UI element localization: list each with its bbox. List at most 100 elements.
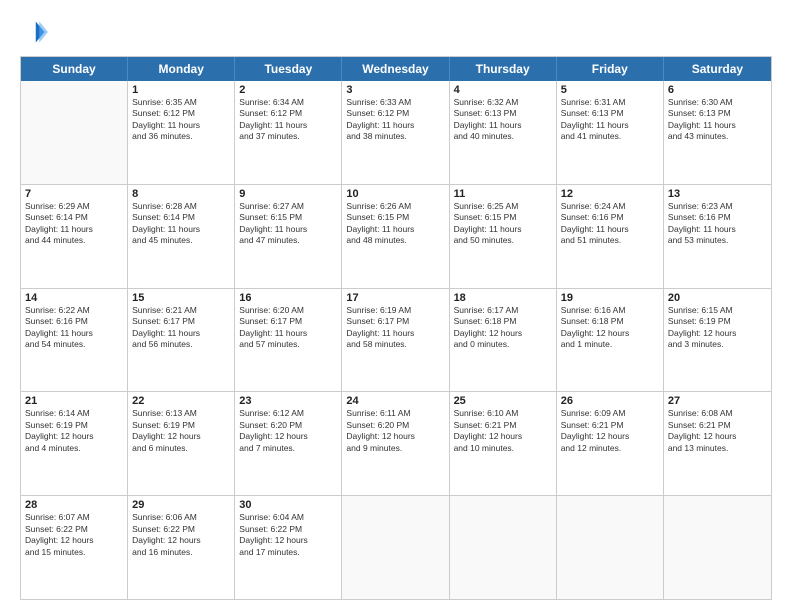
day-cell-15: 15Sunrise: 6:21 AM Sunset: 6:17 PM Dayli… [128,289,235,392]
day-number: 17 [346,292,444,304]
calendar: SundayMondayTuesdayWednesdayThursdayFrid… [20,56,772,600]
day-info: Sunrise: 6:04 AM Sunset: 6:22 PM Dayligh… [239,512,337,558]
day-number: 7 [25,188,123,200]
day-cell-10: 10Sunrise: 6:26 AM Sunset: 6:15 PM Dayli… [342,185,449,288]
day-info: Sunrise: 6:34 AM Sunset: 6:12 PM Dayligh… [239,97,337,143]
empty-cell [664,496,771,599]
day-cell-29: 29Sunrise: 6:06 AM Sunset: 6:22 PM Dayli… [128,496,235,599]
weekday-header-wednesday: Wednesday [342,57,449,81]
day-number: 13 [668,188,767,200]
calendar-row-3: 21Sunrise: 6:14 AM Sunset: 6:19 PM Dayli… [21,391,771,495]
empty-cell [450,496,557,599]
day-info: Sunrise: 6:24 AM Sunset: 6:16 PM Dayligh… [561,201,659,247]
empty-cell [342,496,449,599]
day-info: Sunrise: 6:11 AM Sunset: 6:20 PM Dayligh… [346,408,444,454]
weekday-header-thursday: Thursday [450,57,557,81]
day-number: 11 [454,188,552,200]
day-info: Sunrise: 6:28 AM Sunset: 6:14 PM Dayligh… [132,201,230,247]
day-cell-24: 24Sunrise: 6:11 AM Sunset: 6:20 PM Dayli… [342,392,449,495]
weekday-header-monday: Monday [128,57,235,81]
day-number: 3 [346,84,444,96]
day-cell-9: 9Sunrise: 6:27 AM Sunset: 6:15 PM Daylig… [235,185,342,288]
day-info: Sunrise: 6:32 AM Sunset: 6:13 PM Dayligh… [454,97,552,143]
day-cell-4: 4Sunrise: 6:32 AM Sunset: 6:13 PM Daylig… [450,81,557,184]
page: SundayMondayTuesdayWednesdayThursdayFrid… [0,0,792,612]
day-cell-19: 19Sunrise: 6:16 AM Sunset: 6:18 PM Dayli… [557,289,664,392]
empty-cell [557,496,664,599]
day-info: Sunrise: 6:31 AM Sunset: 6:13 PM Dayligh… [561,97,659,143]
day-info: Sunrise: 6:29 AM Sunset: 6:14 PM Dayligh… [25,201,123,247]
day-number: 24 [346,395,444,407]
day-number: 30 [239,499,337,511]
calendar-header: SundayMondayTuesdayWednesdayThursdayFrid… [21,57,771,81]
day-number: 9 [239,188,337,200]
day-cell-18: 18Sunrise: 6:17 AM Sunset: 6:18 PM Dayli… [450,289,557,392]
day-info: Sunrise: 6:25 AM Sunset: 6:15 PM Dayligh… [454,201,552,247]
day-cell-28: 28Sunrise: 6:07 AM Sunset: 6:22 PM Dayli… [21,496,128,599]
day-number: 6 [668,84,767,96]
weekday-header-saturday: Saturday [664,57,771,81]
day-info: Sunrise: 6:09 AM Sunset: 6:21 PM Dayligh… [561,408,659,454]
day-number: 1 [132,84,230,96]
day-cell-27: 27Sunrise: 6:08 AM Sunset: 6:21 PM Dayli… [664,392,771,495]
day-number: 16 [239,292,337,304]
day-cell-30: 30Sunrise: 6:04 AM Sunset: 6:22 PM Dayli… [235,496,342,599]
day-cell-17: 17Sunrise: 6:19 AM Sunset: 6:17 PM Dayli… [342,289,449,392]
day-cell-3: 3Sunrise: 6:33 AM Sunset: 6:12 PM Daylig… [342,81,449,184]
day-cell-11: 11Sunrise: 6:25 AM Sunset: 6:15 PM Dayli… [450,185,557,288]
day-info: Sunrise: 6:15 AM Sunset: 6:19 PM Dayligh… [668,305,767,351]
day-number: 29 [132,499,230,511]
empty-cell [21,81,128,184]
calendar-row-1: 7Sunrise: 6:29 AM Sunset: 6:14 PM Daylig… [21,184,771,288]
day-cell-8: 8Sunrise: 6:28 AM Sunset: 6:14 PM Daylig… [128,185,235,288]
day-info: Sunrise: 6:33 AM Sunset: 6:12 PM Dayligh… [346,97,444,143]
day-number: 27 [668,395,767,407]
day-info: Sunrise: 6:21 AM Sunset: 6:17 PM Dayligh… [132,305,230,351]
day-number: 14 [25,292,123,304]
day-cell-2: 2Sunrise: 6:34 AM Sunset: 6:12 PM Daylig… [235,81,342,184]
day-cell-23: 23Sunrise: 6:12 AM Sunset: 6:20 PM Dayli… [235,392,342,495]
day-number: 18 [454,292,552,304]
day-number: 22 [132,395,230,407]
day-cell-7: 7Sunrise: 6:29 AM Sunset: 6:14 PM Daylig… [21,185,128,288]
day-number: 15 [132,292,230,304]
day-cell-20: 20Sunrise: 6:15 AM Sunset: 6:19 PM Dayli… [664,289,771,392]
day-number: 21 [25,395,123,407]
calendar-row-4: 28Sunrise: 6:07 AM Sunset: 6:22 PM Dayli… [21,495,771,599]
day-info: Sunrise: 6:22 AM Sunset: 6:16 PM Dayligh… [25,305,123,351]
day-cell-13: 13Sunrise: 6:23 AM Sunset: 6:16 PM Dayli… [664,185,771,288]
day-info: Sunrise: 6:12 AM Sunset: 6:20 PM Dayligh… [239,408,337,454]
day-cell-26: 26Sunrise: 6:09 AM Sunset: 6:21 PM Dayli… [557,392,664,495]
day-cell-21: 21Sunrise: 6:14 AM Sunset: 6:19 PM Dayli… [21,392,128,495]
day-info: Sunrise: 6:35 AM Sunset: 6:12 PM Dayligh… [132,97,230,143]
day-cell-1: 1Sunrise: 6:35 AM Sunset: 6:12 PM Daylig… [128,81,235,184]
day-cell-25: 25Sunrise: 6:10 AM Sunset: 6:21 PM Dayli… [450,392,557,495]
day-cell-14: 14Sunrise: 6:22 AM Sunset: 6:16 PM Dayli… [21,289,128,392]
day-number: 28 [25,499,123,511]
calendar-body: 1Sunrise: 6:35 AM Sunset: 6:12 PM Daylig… [21,81,771,599]
day-cell-12: 12Sunrise: 6:24 AM Sunset: 6:16 PM Dayli… [557,185,664,288]
day-info: Sunrise: 6:14 AM Sunset: 6:19 PM Dayligh… [25,408,123,454]
day-number: 2 [239,84,337,96]
day-info: Sunrise: 6:16 AM Sunset: 6:18 PM Dayligh… [561,305,659,351]
calendar-row-2: 14Sunrise: 6:22 AM Sunset: 6:16 PM Dayli… [21,288,771,392]
day-number: 4 [454,84,552,96]
day-info: Sunrise: 6:19 AM Sunset: 6:17 PM Dayligh… [346,305,444,351]
day-number: 5 [561,84,659,96]
day-info: Sunrise: 6:17 AM Sunset: 6:18 PM Dayligh… [454,305,552,351]
day-number: 26 [561,395,659,407]
day-info: Sunrise: 6:20 AM Sunset: 6:17 PM Dayligh… [239,305,337,351]
weekday-header-tuesday: Tuesday [235,57,342,81]
day-number: 12 [561,188,659,200]
day-info: Sunrise: 6:07 AM Sunset: 6:22 PM Dayligh… [25,512,123,558]
day-info: Sunrise: 6:13 AM Sunset: 6:19 PM Dayligh… [132,408,230,454]
day-number: 20 [668,292,767,304]
day-number: 25 [454,395,552,407]
day-info: Sunrise: 6:27 AM Sunset: 6:15 PM Dayligh… [239,201,337,247]
day-info: Sunrise: 6:30 AM Sunset: 6:13 PM Dayligh… [668,97,767,143]
day-info: Sunrise: 6:08 AM Sunset: 6:21 PM Dayligh… [668,408,767,454]
day-info: Sunrise: 6:23 AM Sunset: 6:16 PM Dayligh… [668,201,767,247]
day-info: Sunrise: 6:10 AM Sunset: 6:21 PM Dayligh… [454,408,552,454]
day-number: 19 [561,292,659,304]
day-number: 10 [346,188,444,200]
